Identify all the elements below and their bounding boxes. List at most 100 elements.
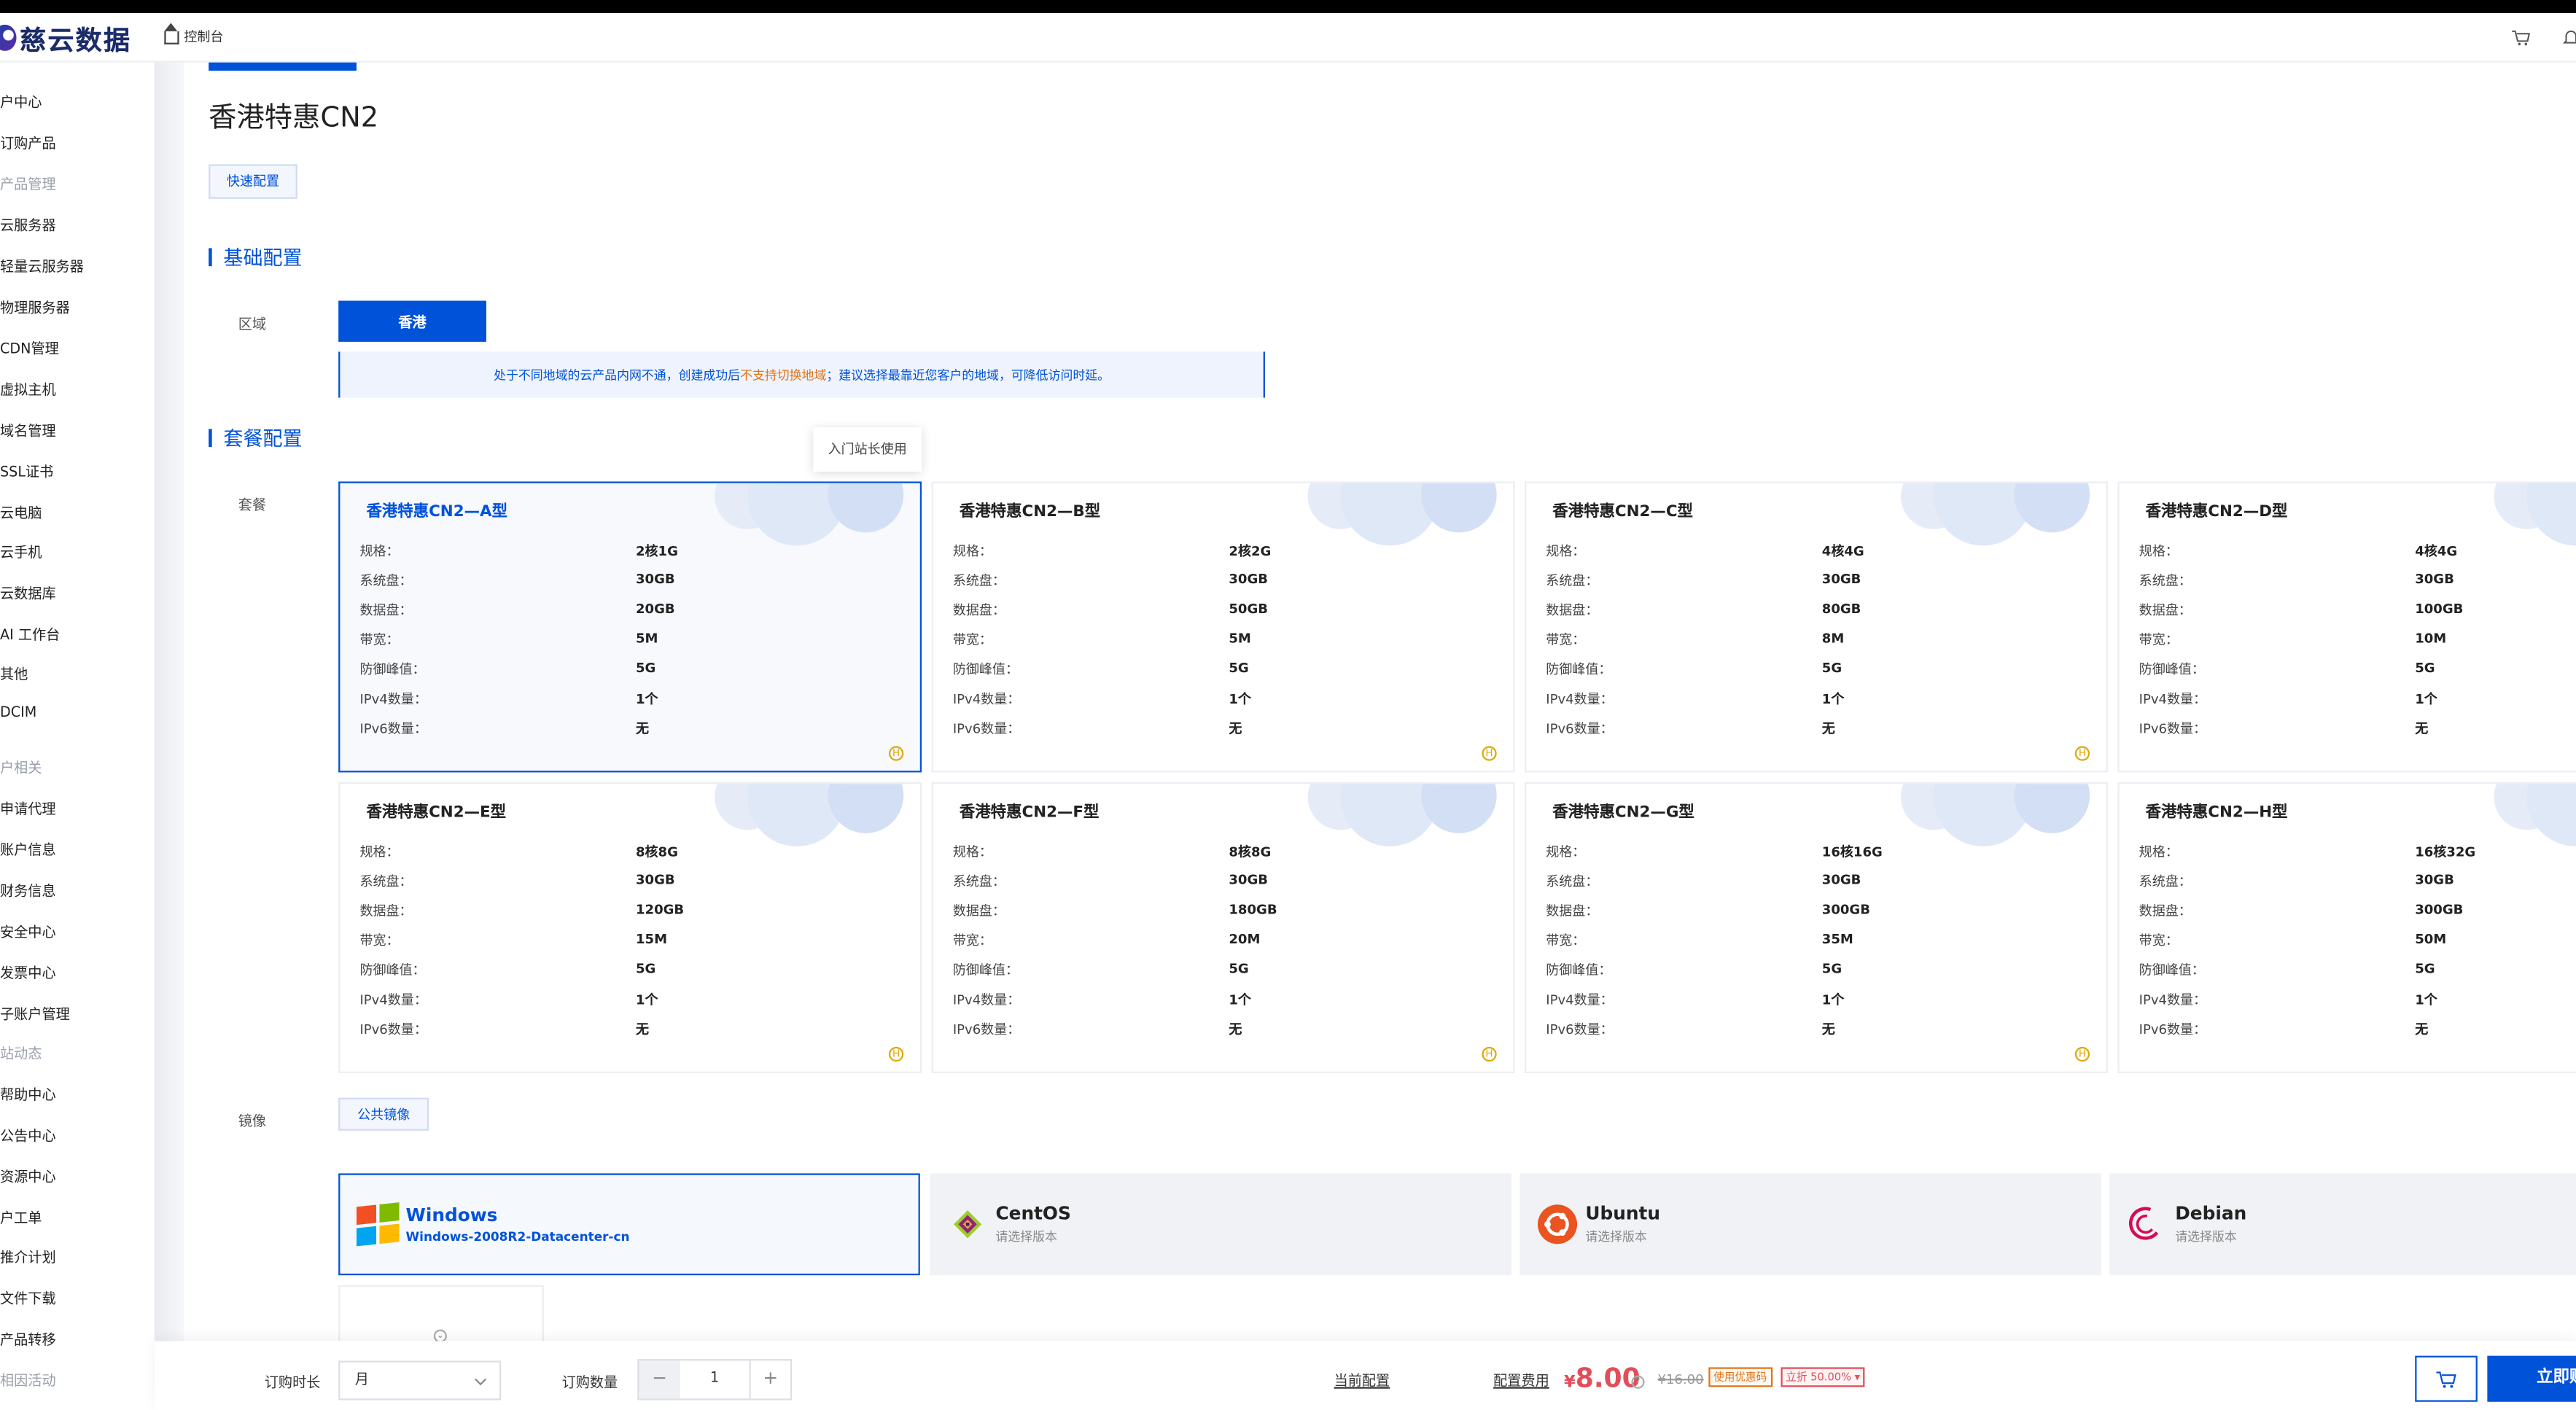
spec-value: 1个 [635, 992, 658, 1008]
package-card[interactable]: 香港特惠CN2—D型 规格： 4核4G 系统盘： 30GB 数据盘： 100GB 带宽： 10M… [2117, 481, 2576, 773]
spec-value: 8核8G [1229, 844, 1272, 860]
spec-key: 防御峰值： [1546, 662, 1612, 677]
sidebar-item[interactable]: 财务信息 [0, 881, 151, 901]
spec-value: 1个 [635, 691, 658, 707]
package-card[interactable]: 香港特惠CN2—B型 规格： 2核2G 系统盘： 30GB 数据盘： 50GB 带宽： 5M 防御… [931, 481, 1515, 773]
package-card[interactable]: 香港特惠CN2—C型 规格： 4核4G 系统盘： 30GB 数据盘： 80GB 带宽： 8M 防御… [1524, 481, 2108, 773]
sidebar-item[interactable]: 文件下载 [0, 1288, 151, 1309]
spec-value: 100GB [2415, 601, 2464, 617]
bell-icon[interactable] [2562, 28, 2576, 51]
quantity-input[interactable]: 1 [680, 1360, 750, 1398]
sidebar-item[interactable]: 轻量云服务器 [0, 257, 151, 276]
os-option[interactable]: CentOS 请选择版本 [930, 1173, 1511, 1276]
package-card[interactable]: 香港特惠CN2—H型 规格： 16核32G 系统盘： 30GB 数据盘： 300GB 带宽： 5… [2117, 782, 2576, 1073]
sidebar-item[interactable]: 物理服务器 [0, 297, 151, 318]
home-icon [164, 22, 179, 44]
region-option-hongkong[interactable]: 香港 [338, 300, 486, 342]
os-option[interactable]: Debian 请选择版本 [2109, 1173, 2576, 1276]
sidebar-item[interactable]: 安全中心 [0, 922, 151, 942]
sidebar-item[interactable]: 订购产品 [0, 133, 151, 153]
os-option[interactable]: Windows Windows-2008R2-Datacenter-cn [338, 1173, 920, 1276]
sidebar-item[interactable]: DCIM [0, 705, 151, 722]
spec-row: IPv4数量： 1个 [2139, 991, 2576, 1010]
price-currency: ¥ [1564, 1374, 1576, 1393]
package-card[interactable]: 香港特惠CN2—E型 规格： 8核8G 系统盘： 30GB 数据盘： 120GB 带宽： 15M… [338, 782, 922, 1073]
sidebar-item[interactable]: 子账户管理 [0, 1004, 151, 1024]
card-decoration [1876, 483, 2106, 546]
os-option[interactable]: Ubuntu 请选择版本 [1519, 1173, 2101, 1276]
spec-value: 8核8G [635, 844, 678, 860]
sidebar-item[interactable]: 域名管理 [0, 421, 151, 441]
help-icon[interactable]: ? [1631, 1375, 1645, 1389]
sidebar-item[interactable]: 云数据库 [0, 583, 151, 604]
spec-row: 防御峰值： 5G [1546, 661, 2088, 680]
coupon-tag[interactable]: 使用优惠码 [1708, 1367, 1773, 1387]
os-version: 请选择版本 [995, 1229, 1057, 1245]
quantity-plus-button[interactable]: + [749, 1360, 790, 1399]
sidebar-item[interactable]: 户中心 [0, 92, 151, 112]
breadcrumb-console[interactable]: 控制台 [184, 28, 223, 46]
notice-suffix: ；建议选择最靠近您客户的地域，可降低访问时延。 [826, 367, 1110, 383]
spec-row: 防御峰值： 5G [2139, 661, 2576, 680]
sidebar-item[interactable]: CDN管理 [0, 338, 151, 359]
sidebar-item[interactable]: 公告中心 [0, 1126, 151, 1146]
breadcrumb[interactable]: 控制台 [164, 22, 223, 46]
quick-config-button[interactable]: 快速配置 [209, 164, 297, 199]
quantity-label: 订购数量 [561, 1375, 618, 1393]
spec-key: 防御峰值： [2139, 962, 2205, 978]
sidebar-item[interactable]: 虚拟主机 [0, 380, 151, 400]
hot-badge-icon: H [1482, 1046, 1497, 1062]
spec-row: 数据盘： 80GB [1546, 601, 2088, 621]
spec-value: 5G [1821, 961, 1842, 976]
sidebar-item[interactable]: 推介计划 [0, 1247, 151, 1267]
sidebar-item[interactable]: 云手机 [0, 542, 151, 562]
sidebar-item[interactable]: 其他 [0, 664, 151, 684]
spec-value: 20GB [635, 601, 675, 617]
spec-value: 16核32G [2415, 844, 2476, 860]
discount-tag[interactable]: 立折 50.00% ▾ [1781, 1367, 1865, 1387]
package-card[interactable]: 香港特惠CN2—F型 规格： 8核8G 系统盘： 30GB 数据盘： 180GB 带宽： 20M… [931, 782, 1515, 1073]
logo[interactable]: 慈云数据 [0, 21, 131, 56]
sidebar-item[interactable]: 发票中心 [0, 963, 151, 983]
spec-value: 30GB [1821, 572, 1861, 587]
spec-key: 带宽： [1546, 933, 1586, 949]
sidebar-item[interactable]: SSL证书 [0, 461, 151, 482]
spec-row: 带宽： 20M [953, 932, 1495, 951]
spec-row: 数据盘： 180GB [953, 903, 1495, 922]
sidebar-item[interactable]: 申请代理 [0, 798, 151, 819]
package-card[interactable]: 香港特惠CN2—G型 规格： 16核16G 系统盘： 30GB 数据盘： 300GB 带宽： 3… [1524, 782, 2108, 1073]
sidebar-item[interactable]: 云电脑 [0, 503, 151, 523]
region-notice: 处于不同地域的云产品内网不通，创建成功后 不支持切换地域 ；建议选择最靠近您客户… [338, 351, 1265, 398]
sidebar-item[interactable]: 资源中心 [0, 1166, 151, 1187]
fee-label: 配置费用 [1493, 1374, 1549, 1390]
spec-row: 规格： 16核32G [2139, 843, 2576, 862]
spec-value: 5G [2415, 661, 2435, 676]
current-config-link[interactable]: 当前配置 [1334, 1371, 1390, 1390]
spec-value: 1个 [2415, 691, 2437, 707]
main-content: 香港特惠CN2 快速配置 基础配置 区域 香港 处于不同地域的云产品内网不通，创… [184, 62, 2576, 1410]
package-card[interactable]: 香港特惠CN2—A型 规格： 2核1G 系统盘： 30GB 数据盘： 20GB 带宽： 5M 防御… [338, 481, 922, 773]
sidebar-item[interactable]: 账户信息 [0, 840, 151, 860]
debian-icon [2126, 1203, 2169, 1246]
quantity-stepper[interactable]: − 1 + [637, 1359, 793, 1401]
sidebar-item[interactable]: 云服务器 [0, 215, 151, 235]
spec-value: 1个 [1821, 691, 1845, 707]
spec-key: IPv4数量： [1546, 992, 1614, 1008]
sidebar-item[interactable]: 帮助中心 [0, 1085, 151, 1105]
sidebar-item[interactable]: AI 工作台 [0, 625, 151, 644]
spec-key: 数据盘： [359, 903, 413, 919]
hot-badge-icon: H [1482, 746, 1497, 761]
spec-row: 带宽： 50M [2139, 932, 2576, 951]
cart-icon[interactable] [2512, 30, 2531, 51]
sidebar-item[interactable]: 产品转移 [0, 1330, 151, 1349]
spec-key: 系统盘： [952, 874, 1005, 889]
sidebar-category: 户相关 [0, 760, 42, 778]
hot-badge-icon: H [2074, 746, 2090, 761]
duration-select[interactable]: 月 [338, 1360, 502, 1401]
sidebar-item[interactable]: 户工单 [0, 1208, 151, 1228]
add-to-cart-button[interactable] [2415, 1355, 2478, 1402]
buy-now-button[interactable]: 立即购买 [2487, 1355, 2576, 1402]
spec-key: 系统盘： [1546, 573, 1599, 588]
quantity-minus-button[interactable]: − [639, 1360, 680, 1399]
public-image-tab[interactable]: 公共镜像 [338, 1097, 429, 1131]
